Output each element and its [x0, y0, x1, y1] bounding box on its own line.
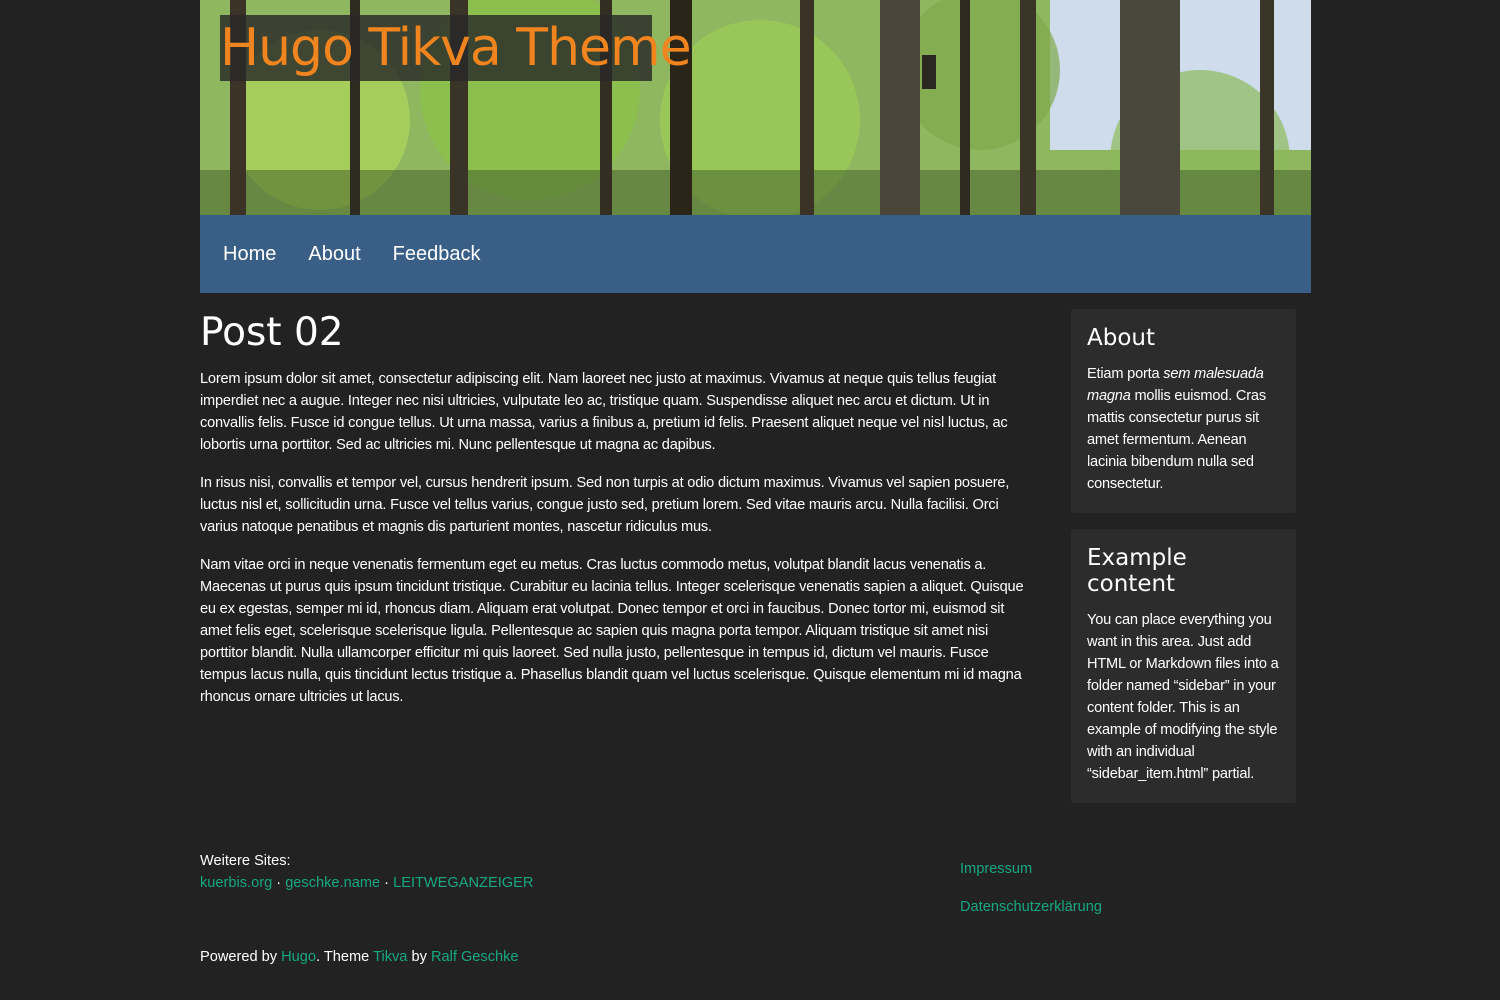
sidebar-about-title: About	[1087, 325, 1156, 351]
nav-item-home[interactable]: Home	[223, 243, 276, 266]
about-text-part: Etiam porta	[1087, 366, 1164, 382]
header-banner-image: Hugo Tikva Theme	[200, 0, 1311, 215]
post-paragraph: Nam vitae orci in neque venenatis fermen…	[200, 557, 1024, 705]
site-link-leitweganzeiger[interactable]: LEITWEGANZEIGER	[393, 875, 533, 891]
site-link-geschke[interactable]: geschke.name	[285, 875, 380, 891]
site-title[interactable]: Hugo Tikva Theme	[220, 15, 692, 81]
nav-item-feedback[interactable]: Feedback	[393, 243, 481, 266]
sidebar-about-text: Etiam porta sem malesuada magna mollis e…	[1087, 363, 1280, 495]
page-wrapper: Hugo Tikva Theme Home About Feedback Pos…	[200, 0, 1311, 1000]
powered-text: . Theme	[316, 949, 374, 965]
privacy-link[interactable]: Datenschutzerklärung	[960, 899, 1102, 915]
site-link-kuerbis[interactable]: kuerbis.org	[200, 875, 272, 891]
impressum-link[interactable]: Impressum	[960, 861, 1032, 877]
post-paragraph: Lorem ipsum dolor sit amet, consectetur …	[200, 371, 1008, 453]
powered-by: Powered by Hugo. Theme Tikva by Ralf Ges…	[200, 946, 519, 968]
sidebar-card-example: Example content You can place everything…	[1071, 529, 1296, 803]
footer-other-sites: Weitere Sites: kuerbis.org · geschke.nam…	[200, 850, 533, 894]
hugo-link[interactable]: Hugo	[281, 949, 316, 965]
post-paragraph: In risus nisi, convallis et tempor vel, …	[200, 475, 1010, 535]
tikva-link[interactable]: Tikva	[373, 949, 407, 965]
link-separator: ·	[272, 875, 286, 891]
powered-text: Powered by	[200, 949, 282, 965]
sidebar-card-about: About Etiam porta sem malesuada magna mo…	[1071, 309, 1296, 513]
author-link[interactable]: Ralf Geschke	[431, 949, 519, 965]
sidebar-example-text: You can place everything you want in thi…	[1087, 612, 1279, 782]
powered-text: by	[407, 949, 431, 965]
other-sites-label: Weitere Sites:	[200, 853, 291, 869]
nav-item-about[interactable]: About	[308, 243, 360, 266]
other-sites-links: kuerbis.org · geschke.name · LEITWEGANZE…	[200, 872, 533, 894]
sidebar-example-title: Example content	[1087, 545, 1187, 597]
sidebar: About Etiam porta sem malesuada magna mo…	[1071, 309, 1296, 819]
footer-legal-links: Impressum Datenschutzerklärung	[960, 850, 1102, 926]
post-content: Post 02 Lorem ipsum dolor sit amet, cons…	[200, 310, 1025, 724]
post-title: Post 02	[200, 310, 344, 355]
main-navigation: Home About Feedback	[200, 215, 1311, 293]
link-separator: ·	[380, 875, 394, 891]
